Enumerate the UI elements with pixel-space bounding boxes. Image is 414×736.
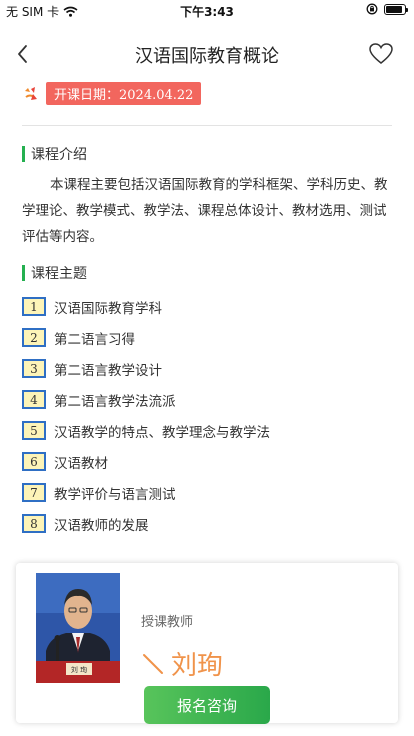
logo-icon (25, 86, 37, 100)
topic-label: 第二语言教学设计 (54, 362, 162, 379)
teacher-photo: 刘 珣 (36, 573, 120, 683)
nav-bar: 汉语国际教育概论 (0, 20, 414, 88)
teacher-role: 授课教师 (141, 615, 194, 630)
teacher-name-row: 刘珣 (141, 645, 223, 682)
teacher-name: 刘珣 (171, 651, 224, 681)
topic-number: 1 (22, 297, 46, 316)
topic-number: 7 (22, 483, 46, 502)
topic-label: 汉语教学的特点、教学理念与教学法 (54, 424, 270, 441)
topic-label: 教学评价与语言测试 (54, 486, 176, 503)
topic-item[interactable]: 8 汉语教师的发展 (22, 508, 382, 539)
topic-number: 5 (22, 421, 46, 440)
topic-label: 第二语言习得 (54, 331, 135, 348)
course-date-value: 2024.04.22 (119, 88, 194, 103)
topics-heading: 课程主题 (22, 263, 87, 283)
consult-button[interactable]: 报名咨询 (144, 686, 270, 724)
status-right (366, 3, 408, 15)
heading-accent-bar (22, 146, 25, 162)
heart-outline-icon (369, 43, 393, 64)
topic-number: 6 (22, 452, 46, 471)
topic-item[interactable]: 2 第二语言习得 (22, 322, 382, 353)
topic-item[interactable]: 3 第二语言教学设计 (22, 353, 382, 384)
page-title: 汉语国际教育概论 (135, 46, 279, 67)
topic-label: 第二语言教学法流派 (54, 393, 176, 410)
intro-heading: 课程介绍 (22, 144, 87, 164)
topic-item[interactable]: 7 教学评价与语言测试 (22, 477, 382, 508)
course-date-row: 开课日期：2024.04.22 (22, 82, 202, 105)
topic-item[interactable]: 4 第二语言教学法流派 (22, 384, 382, 415)
topic-number: 2 (22, 328, 46, 347)
topic-number: 3 (22, 359, 46, 378)
topic-item[interactable]: 1 汉语国际教育学科 (22, 291, 382, 322)
course-date-label: 开课日期： (54, 88, 120, 103)
topic-number: 4 (22, 390, 46, 409)
topic-item[interactable]: 5 汉语教学的特点、教学理念与教学法 (22, 415, 382, 446)
teacher-nameplate-text: 刘 珣 (71, 665, 87, 674)
topic-label: 汉语国际教育学科 (54, 300, 162, 317)
topic-item[interactable]: 6 汉语教材 (22, 446, 382, 477)
battery-fill (386, 5, 403, 13)
status-time: 下午3:43 (180, 5, 234, 19)
topic-list: 1 汉语国际教育学科 2 第二语言习得 3 第二语言教学设计 4 第二语言教学法流派 5… (22, 291, 382, 539)
divider (22, 125, 392, 126)
orientation-lock-icon (366, 3, 378, 15)
slash-decoration-icon (143, 653, 163, 674)
teacher-portrait-illustration: 刘 珣 (36, 573, 120, 683)
favorite-button[interactable] (368, 42, 394, 66)
topic-label: 汉语教师的发展 (54, 517, 149, 534)
battery-icon (384, 3, 408, 15)
intro-paragraph: 本课程主要包括汉语国际教育的学科框架、学科历史、教学理论、教学模式、教学法、课程… (22, 177, 388, 245)
course-date-badge: 开课日期：2024.04.22 (46, 82, 202, 105)
status-bar: 无 SIM 卡 下午3:43 (0, 0, 414, 20)
topics-heading-text: 课程主题 (31, 266, 87, 282)
intro-heading-text: 课程介绍 (31, 147, 87, 163)
topic-label: 汉语教材 (54, 455, 108, 472)
heading-accent-bar (22, 265, 25, 281)
topic-number: 8 (22, 514, 46, 533)
